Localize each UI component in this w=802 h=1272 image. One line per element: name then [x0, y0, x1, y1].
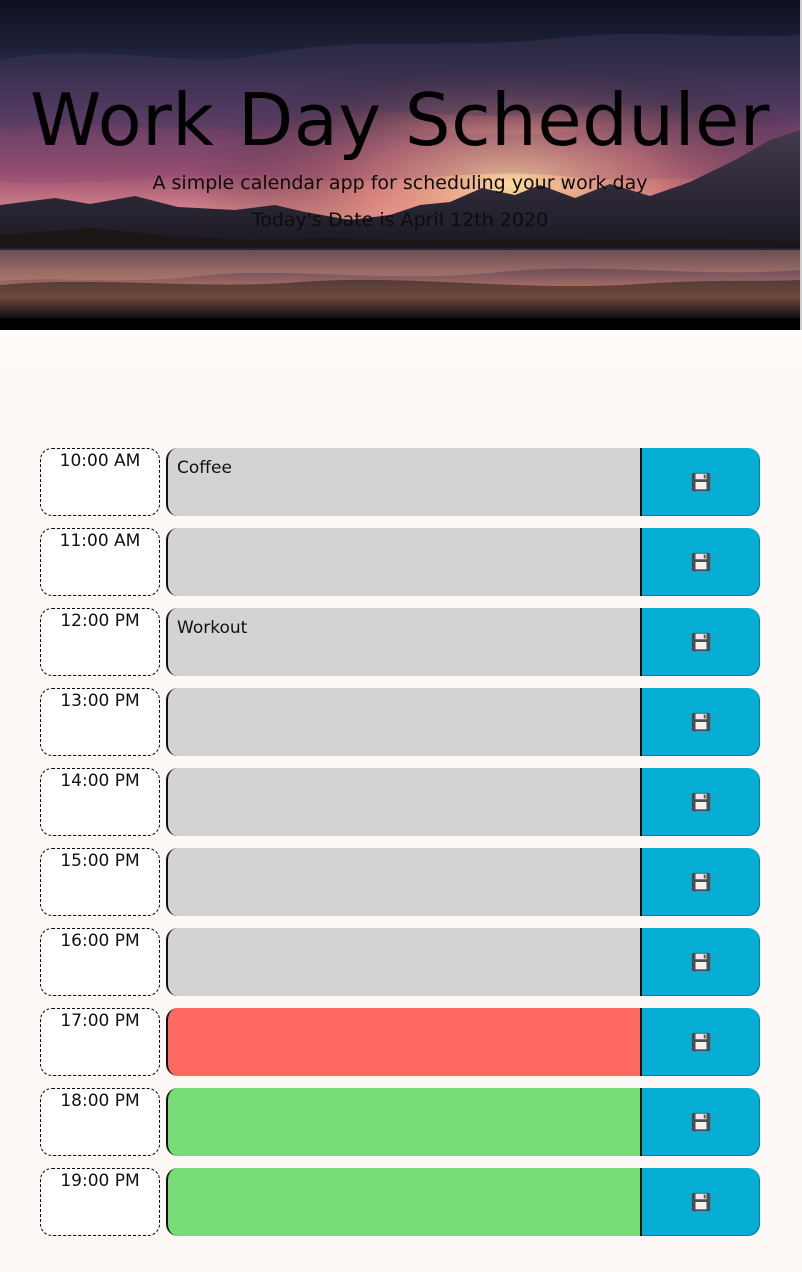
hour-label: 19:00 PM	[40, 1168, 160, 1236]
floppy-disk-icon	[691, 1192, 711, 1212]
floppy-disk-icon	[691, 1112, 711, 1132]
event-textarea[interactable]	[166, 1168, 640, 1236]
hour-label: 18:00 PM	[40, 1088, 160, 1156]
event-textarea[interactable]	[166, 1088, 640, 1156]
floppy-disk-icon	[691, 472, 711, 492]
hour-label-text: 13:00 PM	[60, 691, 140, 711]
schedule-row: 12:00 PM Workout	[40, 608, 760, 676]
floppy-disk-icon	[691, 952, 711, 972]
floppy-disk-icon	[691, 792, 711, 812]
schedule-row: 18:00 PM	[40, 1088, 760, 1156]
schedule-row: 10:00 AM Coffee	[40, 448, 760, 516]
save-button[interactable]	[640, 608, 760, 676]
save-button[interactable]	[640, 928, 760, 996]
schedule-row: 13:00 PM	[40, 688, 760, 756]
schedule-row: 16:00 PM	[40, 928, 760, 996]
hour-label: 12:00 PM	[40, 608, 160, 676]
hour-label-text: 15:00 PM	[60, 851, 140, 871]
current-date: Today's Date is April 12th 2020	[251, 209, 549, 231]
save-button[interactable]	[640, 1088, 760, 1156]
hour-label: 10:00 AM	[40, 448, 160, 516]
schedule-row: 17:00 PM	[40, 1008, 760, 1076]
hour-label-text: 18:00 PM	[60, 1091, 140, 1111]
floppy-disk-icon	[691, 712, 711, 732]
hour-label-text: 10:00 AM	[59, 451, 141, 471]
hour-label-text: 17:00 PM	[60, 1011, 140, 1031]
save-button[interactable]	[640, 768, 760, 836]
hour-label-text: 16:00 PM	[60, 931, 140, 951]
event-textarea[interactable]	[166, 768, 640, 836]
page-subtitle: A simple calendar app for scheduling you…	[152, 172, 648, 194]
schedule-row: 14:00 PM	[40, 768, 760, 836]
hour-label: 16:00 PM	[40, 928, 160, 996]
hour-label-text: 19:00 PM	[60, 1171, 140, 1191]
schedule-row: 15:00 PM	[40, 848, 760, 916]
event-textarea[interactable]: Workout	[166, 608, 640, 676]
schedule-row: 11:00 AM	[40, 528, 760, 596]
hour-label-text: 14:00 PM	[60, 771, 140, 791]
event-textarea[interactable]	[166, 928, 640, 996]
hour-label: 11:00 AM	[40, 528, 160, 596]
hour-label: 17:00 PM	[40, 1008, 160, 1076]
save-button[interactable]	[640, 528, 760, 596]
hour-label: 14:00 PM	[40, 768, 160, 836]
event-textarea[interactable]: Coffee	[166, 448, 640, 516]
event-textarea[interactable]	[166, 528, 640, 596]
sunset-mountain-image	[0, 0, 800, 330]
hour-label: 15:00 PM	[40, 848, 160, 916]
hour-label-text: 12:00 PM	[60, 611, 140, 631]
event-textarea[interactable]	[166, 848, 640, 916]
floppy-disk-icon	[691, 632, 711, 652]
hour-label: 13:00 PM	[40, 688, 160, 756]
floppy-disk-icon	[691, 1032, 711, 1052]
schedule-row: 19:00 PM	[40, 1168, 760, 1236]
event-textarea[interactable]	[166, 1008, 640, 1076]
save-button[interactable]	[640, 1008, 760, 1076]
page-title: Work Day Scheduler	[30, 78, 770, 162]
floppy-disk-icon	[691, 552, 711, 572]
header-banner: Work Day Scheduler A simple calendar app…	[0, 0, 802, 330]
hour-label-text: 11:00 AM	[59, 531, 141, 551]
save-button[interactable]	[640, 688, 760, 756]
spacer-band	[0, 330, 802, 368]
event-textarea[interactable]	[166, 688, 640, 756]
save-button[interactable]	[640, 448, 760, 516]
floppy-disk-icon	[691, 872, 711, 892]
save-button[interactable]	[640, 1168, 760, 1236]
save-button[interactable]	[640, 848, 760, 916]
